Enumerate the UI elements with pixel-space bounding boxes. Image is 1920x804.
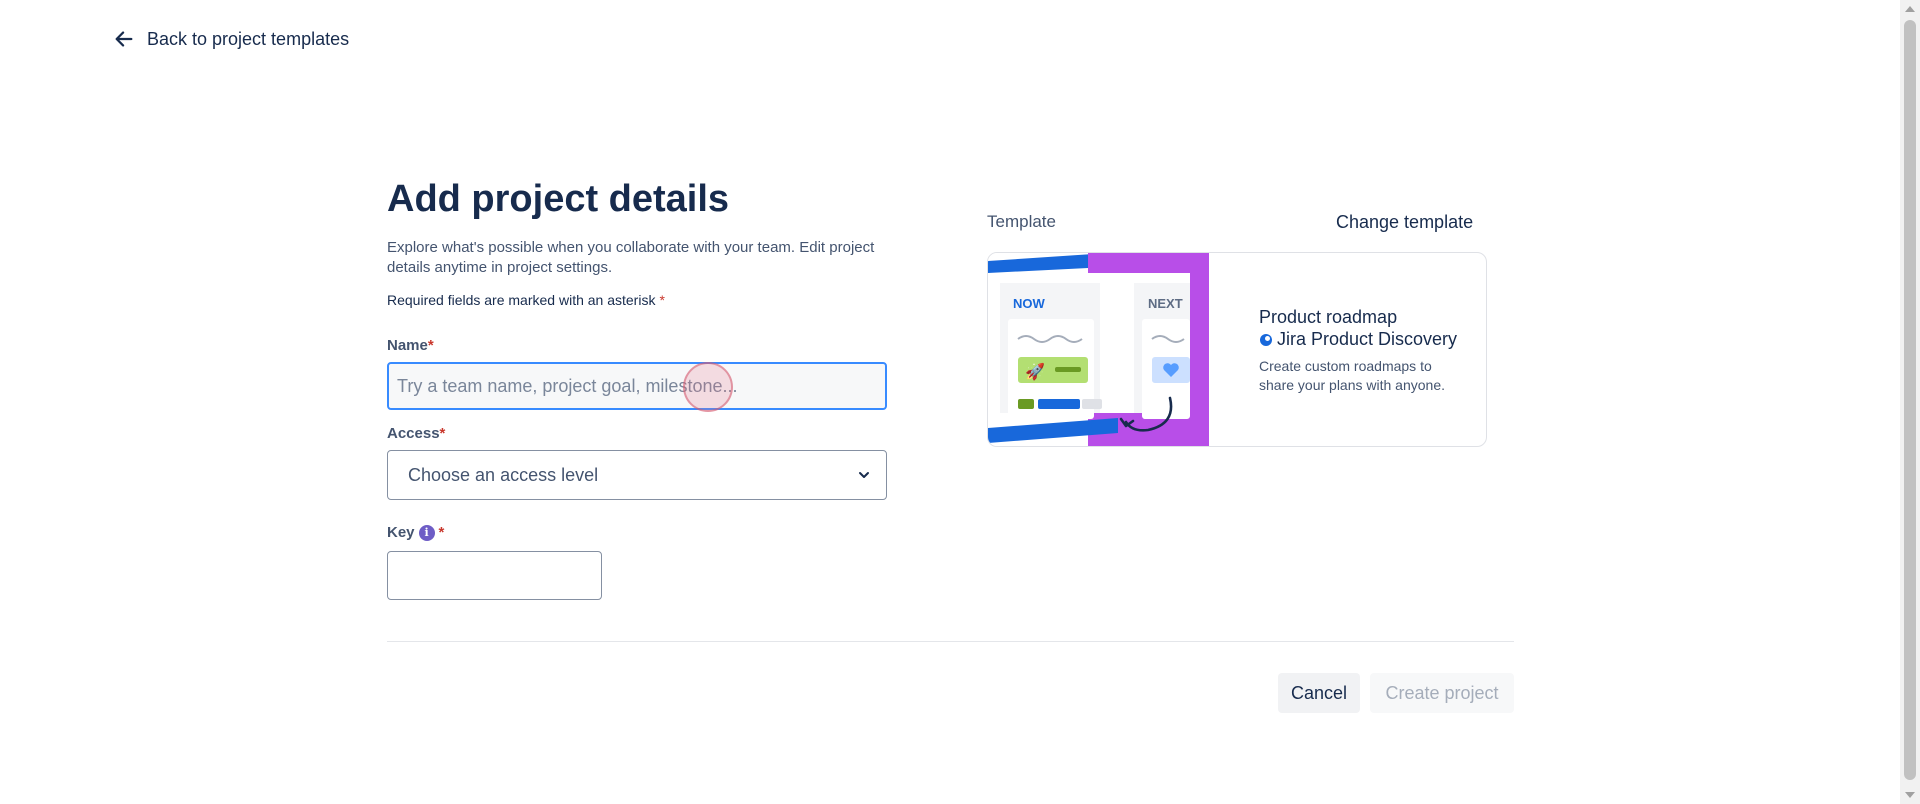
arrow-left-icon: [115, 31, 133, 47]
scrollbar-thumb[interactable]: [1904, 20, 1916, 780]
change-template-button[interactable]: Change template: [1336, 212, 1473, 233]
required-asterisk: *: [659, 292, 665, 308]
template-name: Product roadmap: [1259, 307, 1398, 327]
rocket-icon: 🚀: [1025, 362, 1045, 381]
access-select-placeholder: Choose an access level: [408, 464, 599, 485]
scroll-up-arrow-icon[interactable]: [1905, 6, 1915, 12]
key-label-text: Key: [387, 524, 415, 541]
name-label-text: Name: [387, 337, 428, 354]
back-link-label: Back to project templates: [147, 28, 350, 49]
required-note: Required fields are marked with an aster…: [387, 292, 665, 308]
chevron-down-icon: [859, 472, 869, 478]
form-divider: [387, 641, 1514, 642]
name-input[interactable]: [387, 362, 887, 410]
vertical-scrollbar[interactable]: [1900, 0, 1920, 804]
key-label: Key i *: [387, 524, 444, 541]
required-note-text: Required fields are marked with an aster…: [387, 292, 656, 308]
next-column-label: NEXT: [1148, 296, 1183, 311]
required-asterisk: *: [439, 425, 446, 442]
product-roadmap-illustration: NOW 🚀 NEXT: [988, 253, 1209, 446]
required-asterisk: *: [438, 524, 445, 541]
template-description: Create custom roadmaps to share your pla…: [1259, 358, 1445, 393]
page-title: Add project details: [387, 178, 730, 220]
access-label-text: Access: [387, 425, 440, 442]
required-asterisk: *: [427, 337, 434, 354]
cancel-button[interactable]: Cancel: [1278, 673, 1360, 713]
template-card: NOW 🚀 NEXT Product roadmap Jira Product …: [987, 252, 1487, 447]
template-brand-label: Jira Product Discovery: [1277, 329, 1458, 349]
project-details-section: Add project details Explore what's possi…: [387, 176, 887, 308]
access-level-select[interactable]: Choose an access level: [387, 450, 887, 500]
template-section-label: Template: [987, 212, 1056, 231]
access-label: Access*: [387, 425, 445, 442]
name-label: Name*: [387, 337, 434, 354]
template-brand: Jira Product Discovery: [1259, 329, 1457, 350]
scroll-down-arrow-icon[interactable]: [1905, 792, 1915, 798]
info-icon[interactable]: i: [418, 524, 435, 541]
key-input[interactable]: [387, 551, 602, 600]
create-project-button[interactable]: Create project: [1370, 673, 1514, 713]
page-description: Explore what's possible when you collabo…: [387, 239, 875, 276]
back-to-templates-link[interactable]: Back to project templates: [113, 28, 349, 50]
now-column-label: NOW: [1013, 296, 1046, 311]
jira-product-discovery-logo-icon: [1260, 333, 1272, 346]
